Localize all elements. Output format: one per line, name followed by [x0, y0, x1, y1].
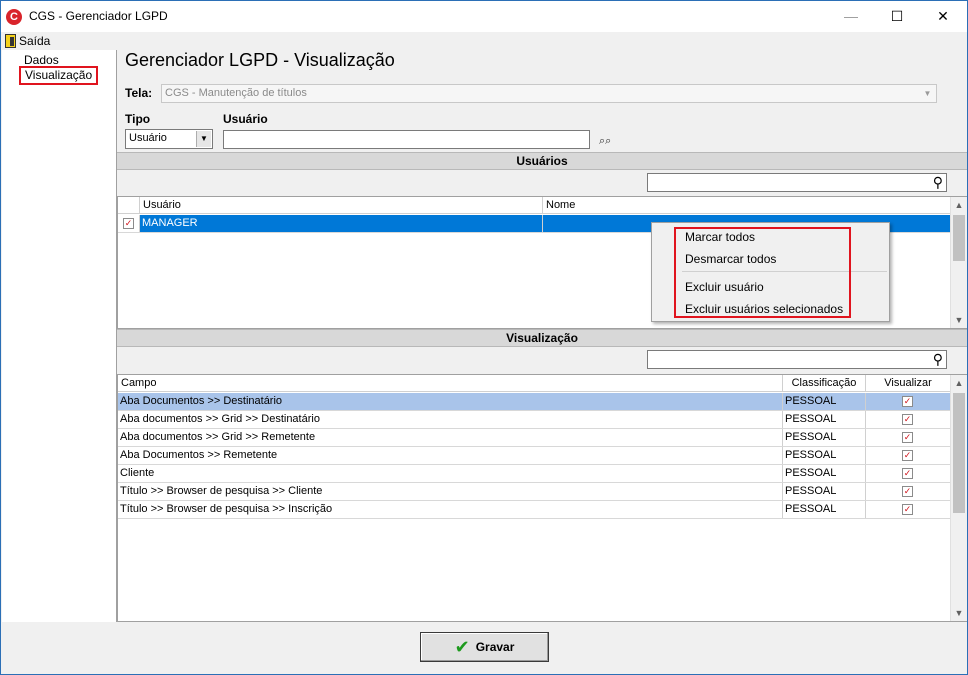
page-title: Gerenciador LGPD - Visualização: [125, 50, 395, 70]
visualizar-checkbox[interactable]: ✓: [902, 468, 913, 479]
column-header-campo[interactable]: Campo: [118, 375, 783, 392]
binoculars-search-icon[interactable]: ⌕⌕: [599, 135, 611, 148]
view-section-header: Visualização: [117, 329, 967, 347]
users-search-input[interactable]: ⚲: [647, 173, 947, 192]
column-header-usuario[interactable]: Usuário: [140, 197, 543, 214]
search-icon[interactable]: ⚲: [933, 174, 943, 191]
visualizar-checkbox[interactable]: ✓: [902, 432, 913, 443]
table-row[interactable]: Aba documentos >> Grid >> Remetente PESS…: [118, 429, 950, 447]
row-select-cell: ✓: [118, 215, 140, 232]
cell-classificacao: PESSOAL: [783, 447, 866, 464]
tree-item-dados[interactable]: Dados: [24, 53, 59, 67]
exit-menu-item[interactable]: Saída: [5, 33, 50, 49]
table-row[interactable]: Aba Documentos >> Remetente PESSOAL ✓: [118, 447, 950, 465]
cell-classificacao: PESSOAL: [783, 411, 866, 428]
cell-visualizar: ✓: [866, 411, 950, 428]
maximize-button[interactable]: ☐: [874, 1, 920, 32]
scroll-thumb[interactable]: [953, 393, 965, 513]
checkmark-icon: ✔: [454, 637, 470, 657]
table-row[interactable]: Cliente PESSOAL ✓: [118, 465, 950, 483]
visualizar-checkbox[interactable]: ✓: [902, 486, 913, 497]
visualizar-checkbox[interactable]: ✓: [902, 396, 913, 407]
scroll-thumb[interactable]: [953, 215, 965, 261]
column-header-classificacao[interactable]: Classificação: [783, 375, 866, 392]
close-button[interactable]: ✕: [920, 1, 966, 32]
scroll-down-icon[interactable]: ▼: [951, 312, 967, 328]
cell-classificacao: PESSOAL: [783, 483, 866, 500]
column-header-visualizar[interactable]: Visualizar: [866, 375, 950, 392]
visualizar-checkbox[interactable]: ✓: [902, 450, 913, 461]
view-grid: Campo Classificação Visualizar Aba Docum…: [117, 374, 967, 622]
tela-select: CGS - Manutenção de títulos ▼: [161, 84, 937, 103]
scroll-down-icon[interactable]: ▼: [951, 605, 967, 621]
tela-label: Tela:: [125, 86, 153, 100]
cell-classificacao: PESSOAL: [783, 393, 866, 410]
cell-campo: Aba documentos >> Grid >> Destinatário: [118, 411, 783, 428]
tipo-select[interactable]: Usuário ▼: [125, 129, 213, 149]
menu-bar: Saída: [1, 32, 967, 50]
row-checkbox[interactable]: ✓: [123, 218, 134, 229]
minimize-button[interactable]: —: [828, 1, 874, 32]
navigation-tree: Dados Visualização: [2, 50, 117, 622]
save-button[interactable]: ✔ Gravar: [420, 632, 549, 662]
visualizar-checkbox[interactable]: ✓: [902, 414, 913, 425]
visualizar-checkbox[interactable]: ✓: [902, 504, 913, 515]
cell-usuario: MANAGER: [140, 215, 543, 232]
cell-visualizar: ✓: [866, 483, 950, 500]
cell-visualizar: ✓: [866, 393, 950, 410]
context-menu: Marcar todos Desmarcar todos Excluir usu…: [651, 222, 890, 322]
cell-classificacao: PESSOAL: [783, 465, 866, 482]
view-grid-scrollbar[interactable]: ▲ ▼: [950, 375, 967, 621]
annotation-highlight-box: [674, 227, 851, 318]
cell-classificacao: PESSOAL: [783, 501, 866, 518]
exit-door-icon: [5, 34, 16, 48]
cell-campo: Aba documentos >> Grid >> Remetente: [118, 429, 783, 446]
table-row[interactable]: Título >> Browser de pesquisa >> Inscriç…: [118, 501, 950, 519]
table-row[interactable]: Título >> Browser de pesquisa >> Cliente…: [118, 483, 950, 501]
cell-visualizar: ✓: [866, 447, 950, 464]
tela-select-value: CGS - Manutenção de títulos: [165, 87, 307, 99]
view-grid-header: Campo Classificação Visualizar: [118, 375, 950, 392]
exit-menu-label: Saída: [19, 34, 51, 48]
tipo-label: Tipo: [125, 112, 151, 126]
cell-visualizar: ✓: [866, 465, 950, 482]
cell-visualizar: ✓: [866, 501, 950, 518]
title-bar: C CGS - Gerenciador LGPD — ☐ ✕: [1, 1, 967, 32]
cell-visualizar: ✓: [866, 429, 950, 446]
tree-item-visualizacao[interactable]: Visualização: [19, 66, 99, 85]
chevron-down-icon: ▼: [923, 89, 932, 98]
cell-campo: Aba Documentos >> Remetente: [118, 447, 783, 464]
save-button-label: Gravar: [475, 640, 515, 654]
cell-campo: Aba Documentos >> Destinatário: [118, 393, 783, 410]
cell-campo: Título >> Browser de pesquisa >> Cliente: [118, 483, 783, 500]
table-row[interactable]: Aba Documentos >> Destinatário PESSOAL ✓: [118, 393, 950, 411]
users-section-header: Usuários: [117, 152, 967, 170]
users-grid-header: Usuário Nome: [118, 197, 950, 214]
scroll-up-icon[interactable]: ▲: [951, 375, 967, 391]
app-window: C CGS - Gerenciador LGPD — ☐ ✕ Saída Dad…: [0, 0, 968, 675]
cell-classificacao: PESSOAL: [783, 429, 866, 446]
tipo-select-value: Usuário: [129, 132, 167, 144]
chevron-down-icon[interactable]: ▼: [196, 131, 211, 147]
users-grid-select-column: [118, 197, 140, 214]
usuario-label: Usuário: [223, 112, 268, 126]
app-logo-icon: C: [6, 9, 22, 25]
search-icon[interactable]: ⚲: [933, 351, 943, 368]
view-search-input[interactable]: ⚲: [647, 350, 947, 369]
cell-campo: Título >> Browser de pesquisa >> Inscriç…: [118, 501, 783, 518]
scroll-up-icon[interactable]: ▲: [951, 197, 967, 213]
window-title: CGS - Gerenciador LGPD: [29, 9, 168, 23]
cell-campo: Cliente: [118, 465, 783, 482]
usuario-input[interactable]: [223, 130, 590, 149]
table-row[interactable]: Aba documentos >> Grid >> Destinatário P…: [118, 411, 950, 429]
column-header-nome[interactable]: Nome: [543, 197, 950, 214]
users-grid-scrollbar[interactable]: ▲ ▼: [950, 197, 967, 328]
